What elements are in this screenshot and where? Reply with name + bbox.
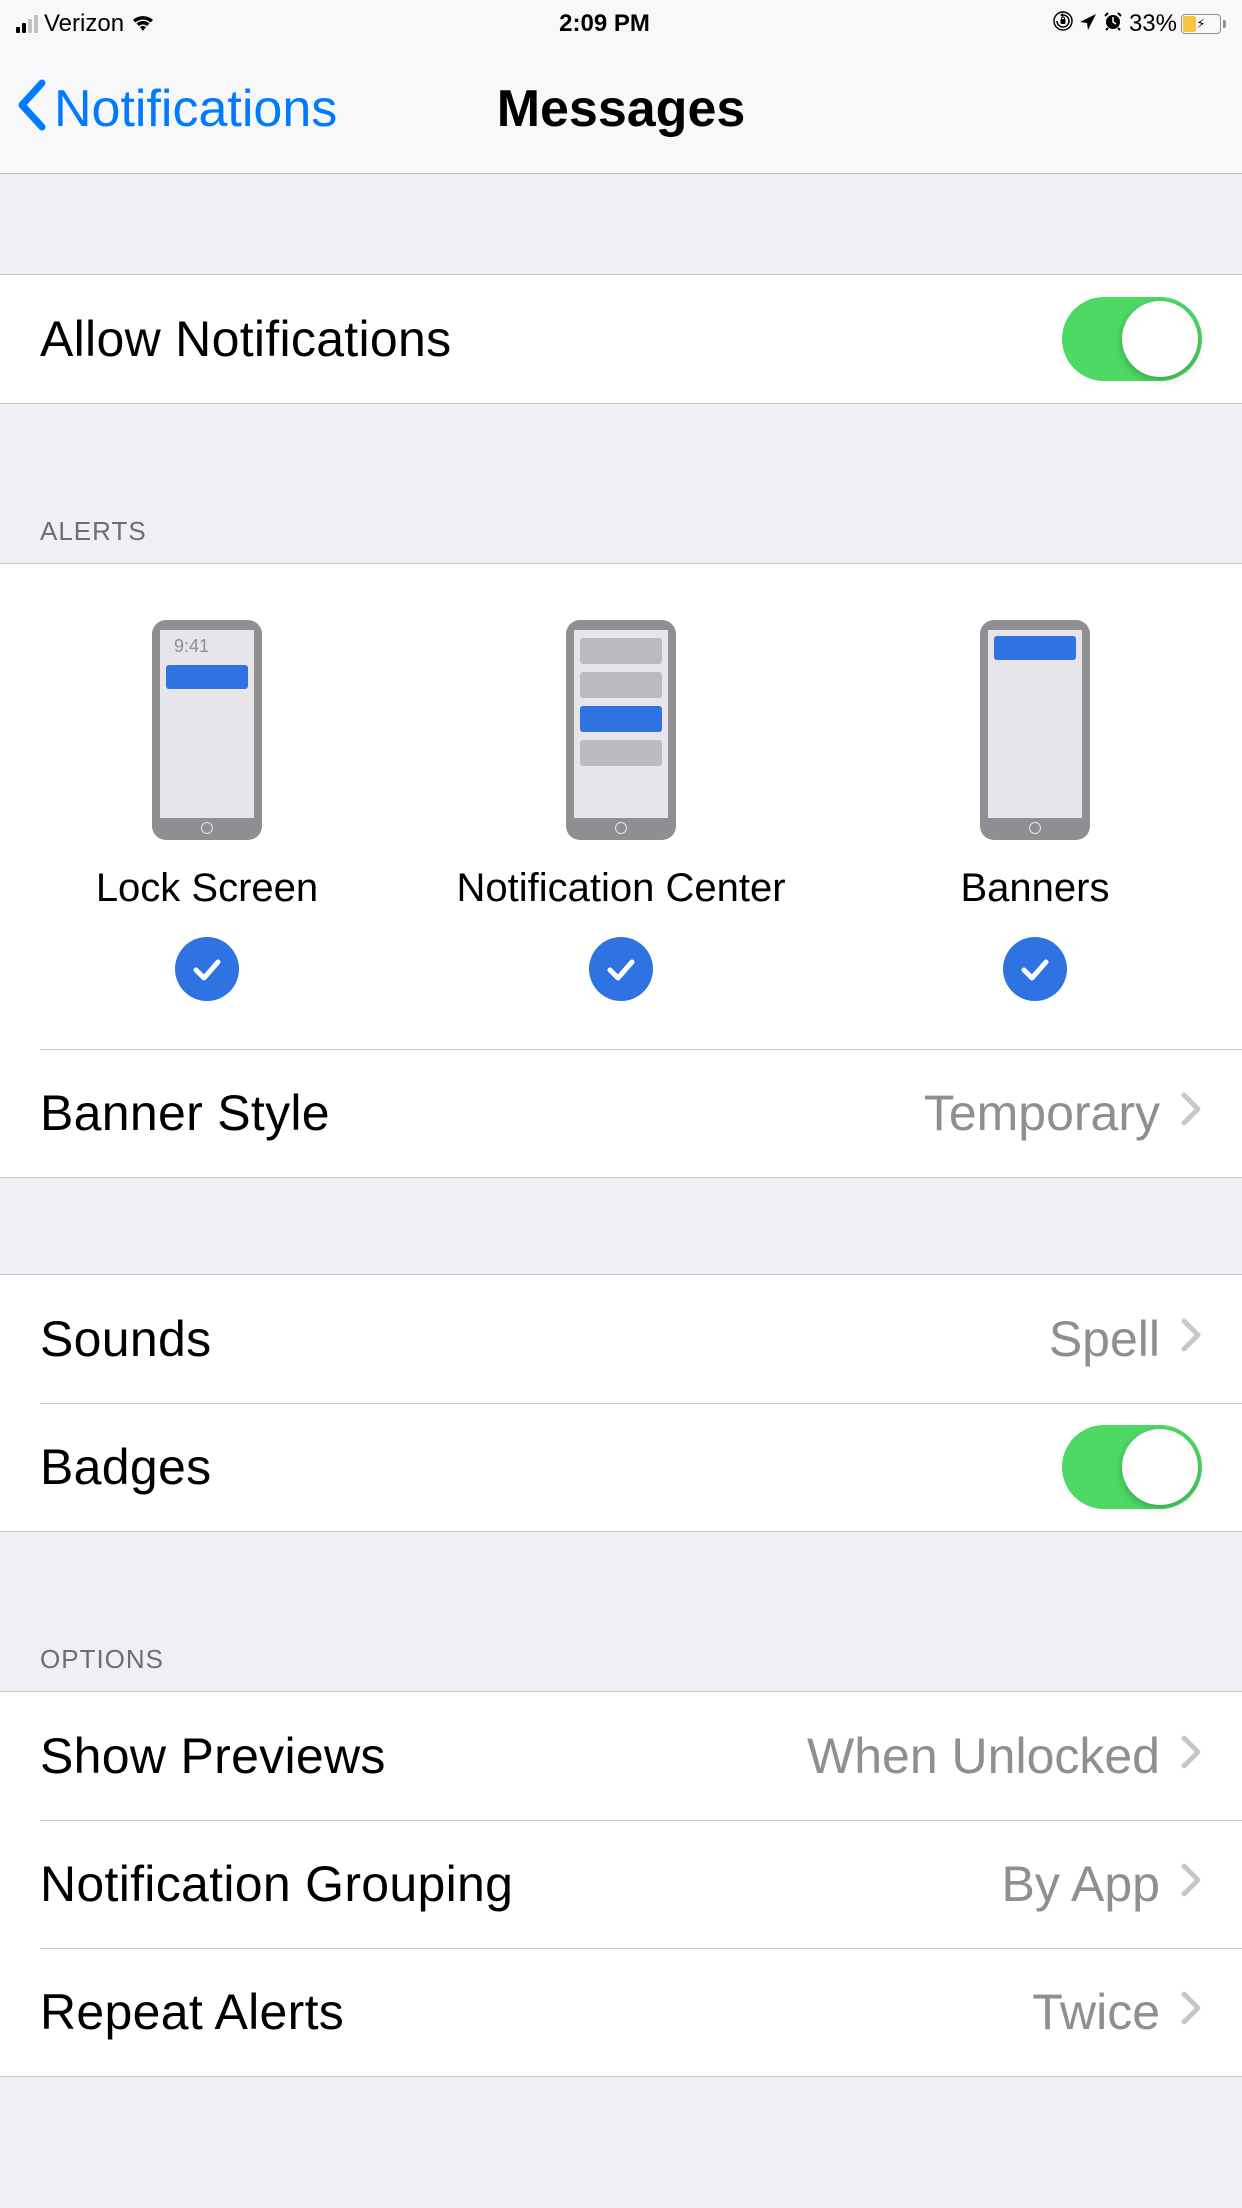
status-time: 2:09 PM (559, 10, 650, 38)
alert-type-label: Banners (961, 866, 1110, 911)
sounds-label: Sounds (40, 1310, 211, 1368)
allow-notifications-label: Allow Notifications (40, 310, 451, 368)
battery-percentage: 33% (1129, 10, 1177, 38)
allow-notifications-group: Allow Notifications (0, 274, 1242, 404)
show-previews-value: When Unlocked (807, 1727, 1160, 1785)
notification-center-preview-icon (566, 620, 676, 840)
alert-type-notification-center[interactable]: Notification Center (416, 620, 826, 1001)
alerts-types-row: 9:41 Lock Screen Notification Cen (0, 564, 1242, 1049)
notification-grouping-row[interactable]: Notification Grouping By App (0, 1820, 1242, 1948)
allow-notifications-toggle[interactable] (1062, 297, 1202, 381)
banner-style-row[interactable]: Banner Style Temporary (0, 1049, 1242, 1177)
chevron-right-icon (1180, 1862, 1202, 1907)
show-previews-label: Show Previews (40, 1727, 386, 1785)
badges-toggle[interactable] (1062, 1425, 1202, 1509)
chevron-right-icon (1180, 1990, 1202, 2035)
battery-indicator: 33% ⚡︎ (1129, 10, 1226, 38)
chevron-right-icon (1180, 1317, 1202, 1362)
location-icon (1079, 10, 1097, 38)
banner-style-label: Banner Style (40, 1084, 330, 1142)
sounds-value: Spell (1049, 1310, 1160, 1368)
repeat-alerts-value: Twice (1032, 1983, 1160, 2041)
badges-label: Badges (40, 1438, 211, 1496)
wifi-icon (130, 11, 156, 39)
repeat-alerts-label: Repeat Alerts (40, 1983, 344, 2041)
chevron-right-icon (1180, 1091, 1202, 1136)
carrier-label: Verizon (44, 10, 124, 38)
alert-type-label: Notification Center (456, 866, 785, 911)
orientation-lock-icon (1053, 10, 1073, 38)
status-right: 33% ⚡︎ (1053, 10, 1226, 38)
alarm-icon (1103, 10, 1123, 38)
nav-bar: Notifications Messages (0, 44, 1242, 174)
sounds-badges-group: Sounds Spell Badges (0, 1274, 1242, 1532)
badges-row: Badges (0, 1403, 1242, 1531)
charging-icon: ⚡︎ (1196, 16, 1205, 32)
show-previews-row[interactable]: Show Previews When Unlocked (0, 1692, 1242, 1820)
alert-type-label: Lock Screen (96, 866, 318, 911)
status-bar: Verizon 2:09 PM 33% ⚡︎ (0, 0, 1242, 44)
options-header: OPTIONS (0, 1644, 1242, 1691)
back-button[interactable]: Notifications (14, 79, 337, 139)
page-title: Messages (497, 79, 746, 139)
allow-notifications-row: Allow Notifications (0, 275, 1242, 403)
checkmark-icon (1003, 937, 1067, 1001)
alerts-group: 9:41 Lock Screen Notification Cen (0, 563, 1242, 1178)
checkmark-icon (175, 937, 239, 1001)
alerts-header: ALERTS (0, 516, 1242, 563)
back-label: Notifications (54, 79, 337, 139)
sounds-row[interactable]: Sounds Spell (0, 1275, 1242, 1403)
banners-preview-icon (980, 620, 1090, 840)
notification-grouping-value: By App (1002, 1855, 1160, 1913)
repeat-alerts-row[interactable]: Repeat Alerts Twice (0, 1948, 1242, 2076)
notification-grouping-label: Notification Grouping (40, 1855, 513, 1913)
cellular-signal-icon (16, 15, 38, 33)
chevron-left-icon (14, 79, 50, 131)
lock-screen-preview-icon: 9:41 (152, 620, 262, 840)
status-left: Verizon (16, 10, 156, 38)
alert-type-banners[interactable]: Banners (830, 620, 1240, 1001)
options-group: Show Previews When Unlocked Notification… (0, 1691, 1242, 2077)
chevron-right-icon (1180, 1734, 1202, 1779)
checkmark-icon (589, 937, 653, 1001)
alert-type-lock-screen[interactable]: 9:41 Lock Screen (2, 620, 412, 1001)
banner-style-value: Temporary (924, 1084, 1160, 1142)
